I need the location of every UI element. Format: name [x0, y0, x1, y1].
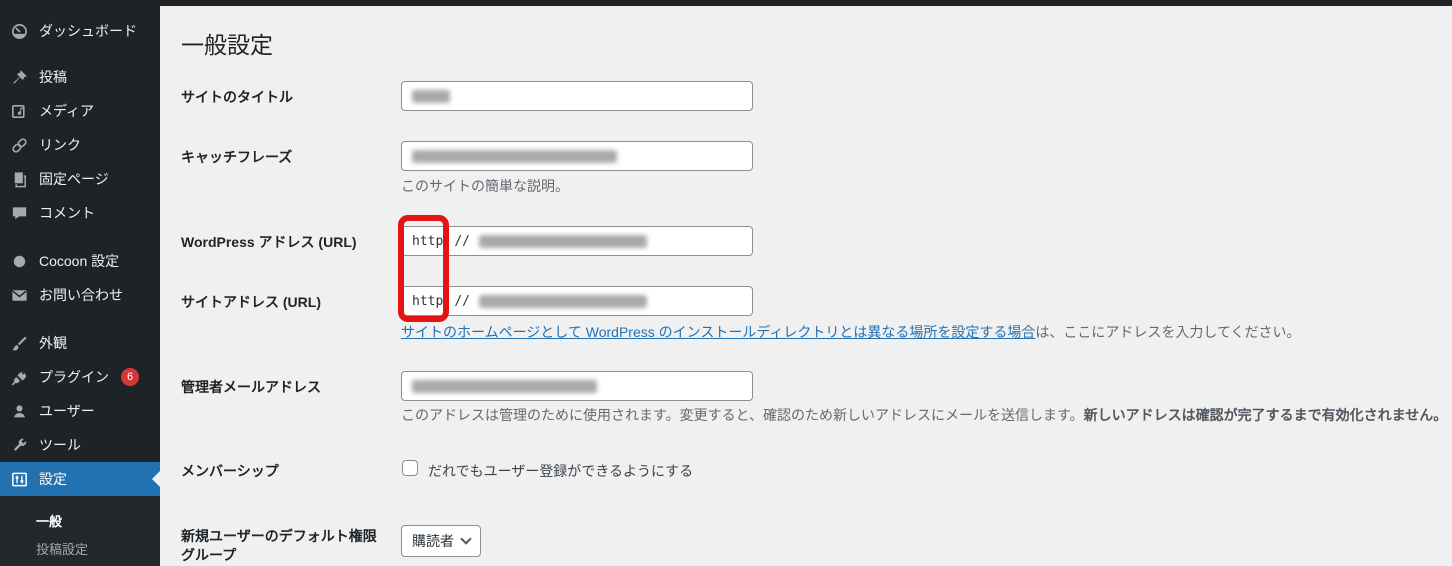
- wp-address-label: WordPress アドレス (URL): [181, 233, 411, 252]
- different-directory-link[interactable]: サイトのホームページとして WordPress のインストールディレクトリとは異…: [401, 324, 1035, 340]
- redacted-tagline-value: [412, 150, 617, 163]
- tagline-description: このサイトの簡単な説明。: [401, 176, 569, 196]
- default-role-select[interactable]: 購読者: [401, 525, 481, 557]
- membership-label: メンバーシップ: [181, 462, 386, 481]
- sidebar-item-media[interactable]: メディア: [0, 94, 160, 128]
- sidebar-item-label: ダッシュボード: [39, 21, 137, 41]
- comment-icon: [9, 203, 29, 223]
- sidebar-item-posts[interactable]: 投稿: [0, 60, 160, 94]
- link-icon: [9, 135, 29, 155]
- wp-address-input[interactable]: http //: [401, 226, 753, 256]
- site-address-label: サイトアドレス (URL): [181, 293, 386, 312]
- site-title-label: サイトのタイトル: [181, 88, 386, 107]
- submenu-item-general[interactable]: 一般: [36, 508, 160, 536]
- submenu-item-writing[interactable]: 投稿設定: [36, 536, 160, 564]
- sidebar-item-label: お問い合わせ: [39, 285, 123, 305]
- tagline-input[interactable]: [401, 141, 753, 171]
- site-address-description-suffix: は、ここにアドレスを入力してください。: [1035, 324, 1300, 340]
- sidebar-item-appearance[interactable]: 外観: [0, 326, 160, 360]
- plugin-update-count-badge: 6: [121, 368, 139, 386]
- sidebar-item-label: ユーザー: [39, 401, 95, 421]
- plugin-icon: [9, 367, 29, 387]
- settings-submenu: 一般 投稿設定: [0, 496, 160, 566]
- envelope-icon: [9, 285, 29, 305]
- default-role-value: 購読者: [412, 531, 454, 551]
- pages-icon: [9, 169, 29, 189]
- dashboard-icon: [9, 21, 29, 41]
- site-title-input[interactable]: [401, 81, 753, 111]
- sidebar-item-label: 設定: [39, 469, 67, 489]
- appearance-icon: [9, 333, 29, 353]
- tools-icon: [9, 435, 29, 455]
- wordpress-admin-general-settings: ダッシュボード 投稿 メディア リンク 固定ページ: [0, 0, 1452, 566]
- sidebar-item-label: コメント: [39, 203, 95, 223]
- sidebar-item-label: Cocoon 設定: [39, 251, 119, 271]
- membership-checkbox[interactable]: [402, 460, 418, 476]
- sidebar-item-comments[interactable]: コメント: [0, 196, 160, 230]
- sidebar-item-label: 投稿: [39, 67, 67, 87]
- admin-email-description-bold: 新しいアドレスは確認が完了するまで有効化されません。: [1084, 407, 1448, 423]
- site-address-slashes: //: [454, 294, 470, 309]
- tagline-label: キャッチフレーズ: [181, 148, 386, 167]
- sidebar-item-tools[interactable]: ツール: [0, 428, 160, 462]
- redacted-wp-address-value: [479, 235, 647, 248]
- sidebar-item-label: メディア: [39, 101, 94, 121]
- site-address-input[interactable]: http //: [401, 286, 753, 316]
- sidebar-item-label: 外観: [39, 333, 67, 353]
- sidebar-item-contact[interactable]: お問い合わせ: [0, 278, 160, 312]
- circle-icon: [9, 251, 29, 271]
- chevron-down-icon: [460, 533, 471, 544]
- redacted-site-title-value: [412, 90, 450, 103]
- sidebar-item-label: リンク: [39, 135, 81, 155]
- pin-icon: [9, 67, 29, 87]
- sidebar-item-pages[interactable]: 固定ページ: [0, 162, 160, 196]
- admin-bar: [0, 0, 1452, 6]
- sidebar-item-label: プラグイン: [39, 367, 109, 387]
- redacted-site-address-value: [479, 295, 647, 308]
- http-highlight-annotation: [398, 215, 449, 322]
- sidebar-item-label: ツール: [39, 435, 81, 455]
- sidebar-item-users[interactable]: ユーザー: [0, 394, 160, 428]
- admin-email-label: 管理者メールアドレス: [181, 378, 386, 397]
- admin-email-input[interactable]: [401, 371, 753, 401]
- sidebar-item-cocoon-settings[interactable]: Cocoon 設定: [0, 244, 160, 278]
- sidebar-item-dashboard[interactable]: ダッシュボード: [0, 14, 160, 48]
- membership-checkbox-label[interactable]: だれでもユーザー登録ができるようにする: [428, 461, 693, 481]
- sidebar-item-label: 固定ページ: [39, 169, 109, 189]
- site-address-description: サイトのホームページとして WordPress のインストールディレクトリとは異…: [401, 322, 1301, 342]
- admin-sidebar: ダッシュボード 投稿 メディア リンク 固定ページ: [0, 0, 160, 566]
- admin-email-description: このアドレスは管理のために使用されます。変更すると、確認のため新しいアドレスにメ…: [401, 405, 1447, 425]
- wp-address-slashes: //: [454, 234, 470, 249]
- user-icon: [9, 401, 29, 421]
- sidebar-item-plugins[interactable]: プラグイン 6: [0, 360, 160, 394]
- sidebar-item-links[interactable]: リンク: [0, 128, 160, 162]
- media-icon: [9, 101, 29, 121]
- page-title: 一般設定: [181, 26, 273, 60]
- sidebar-item-settings[interactable]: 設定: [0, 462, 160, 496]
- settings-icon: [9, 469, 29, 489]
- default-role-label: 新規ユーザーのデフォルト権限グループ: [181, 527, 386, 565]
- redacted-admin-email-value: [412, 380, 597, 393]
